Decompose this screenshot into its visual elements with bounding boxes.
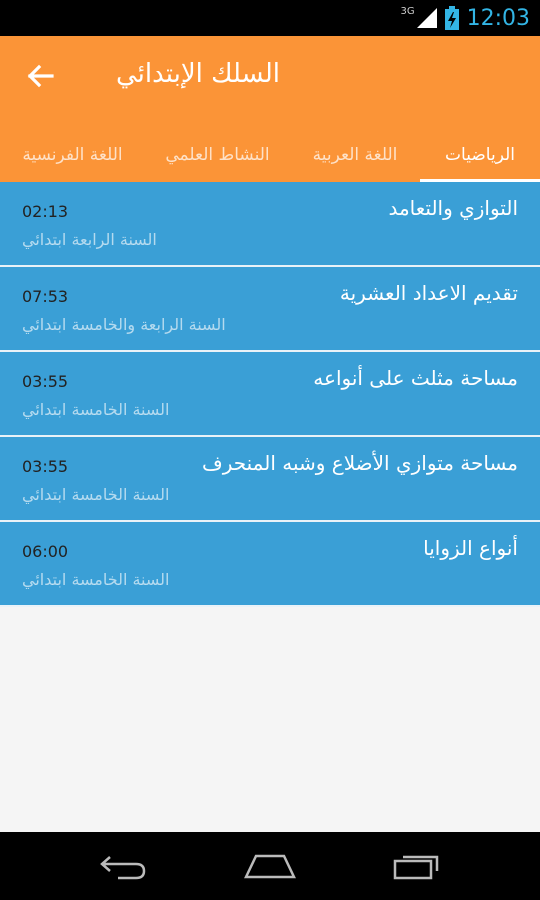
list-item[interactable]: مساحة مثلث على أنواعه 03:55 السنة الخامس… — [0, 352, 540, 437]
tab-mathematics[interactable]: الرياضيات — [420, 128, 540, 182]
nav-home-icon — [244, 854, 296, 879]
back-button[interactable] — [20, 58, 60, 94]
list-item[interactable]: مساحة متوازي الأضلاع وشبه المنحرف 03:55 … — [0, 437, 540, 522]
list-item[interactable]: التوازي والتعامد 02:13 السنة الرابعة ابت… — [0, 182, 540, 267]
signal-icon — [416, 8, 437, 28]
lesson-duration: 06:00 — [22, 542, 69, 561]
status-bar: 3G 12:03 — [0, 0, 540, 36]
nav-back-button[interactable] — [93, 846, 153, 886]
lesson-title: التوازي والتعامد — [388, 196, 518, 220]
lesson-title: تقديم الاعداد العشرية — [339, 281, 518, 305]
list-item[interactable]: تقديم الاعداد العشرية 07:53 السنة الرابع… — [0, 267, 540, 352]
arrow-left-icon — [27, 64, 54, 88]
lesson-level: السنة الرابعة ابتدائي — [22, 230, 157, 249]
lesson-level: السنة الخامسة ابتدائي — [22, 570, 170, 589]
navigation-bar — [0, 832, 540, 900]
lesson-title: مساحة مثلث على أنواعه — [313, 366, 518, 390]
network-type: 3G — [400, 5, 415, 17]
tab-bar: الرياضيات اللغة العربية النشاط العلمي ال… — [0, 128, 540, 182]
lesson-level: السنة الرابعة والخامسة ابتدائي — [22, 315, 226, 334]
tab-science[interactable]: النشاط العلمي — [145, 128, 290, 182]
page-title: السلك الإبتدائي — [115, 59, 280, 89]
nav-home-button[interactable] — [240, 846, 300, 886]
nav-recents-button[interactable] — [387, 846, 447, 886]
lesson-level: السنة الخامسة ابتدائي — [22, 485, 170, 504]
lesson-duration: 03:55 — [22, 457, 69, 476]
tab-french[interactable]: اللغة الفرنسية — [0, 128, 145, 182]
lesson-title: مساحة متوازي الأضلاع وشبه المنحرف — [201, 451, 518, 475]
app-bar: السلك الإبتدائي الرياضيات اللغة العربية … — [0, 36, 540, 182]
lesson-title: أنواع الزوايا — [423, 536, 518, 560]
battery-charging-icon — [444, 6, 459, 30]
lesson-level: السنة الخامسة ابتدائي — [22, 400, 170, 419]
tab-arabic[interactable]: اللغة العربية — [290, 128, 420, 182]
lesson-duration: 07:53 — [22, 287, 69, 306]
status-clock: 12:03 — [466, 5, 530, 31]
list-item[interactable]: أنواع الزوايا 06:00 السنة الخامسة ابتدائ… — [0, 522, 540, 607]
nav-back-icon — [100, 856, 146, 880]
nav-recents-icon — [393, 855, 438, 880]
lesson-list: التوازي والتعامد 02:13 السنة الرابعة ابت… — [0, 182, 540, 832]
lesson-duration: 02:13 — [22, 202, 69, 221]
lesson-duration: 03:55 — [22, 372, 69, 391]
